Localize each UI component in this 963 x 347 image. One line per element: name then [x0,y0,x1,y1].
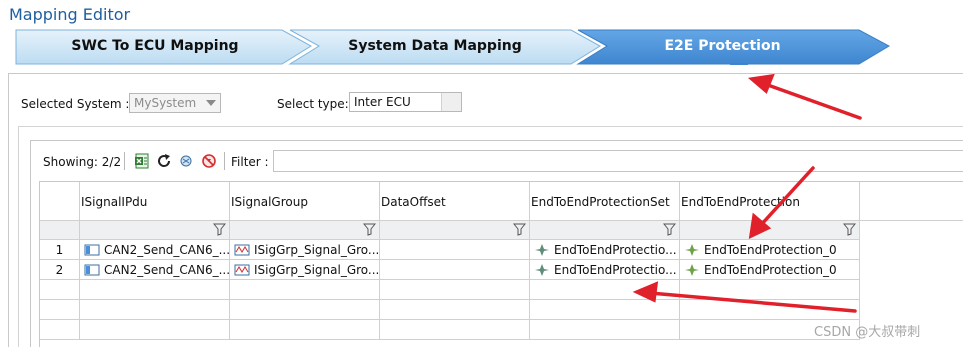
watermark: CSDN @大叔带刺 [814,325,921,340]
annotation-arrow-head [632,281,659,303]
annotation-arrows [632,73,862,313]
annotation-arrow-head [747,73,775,94]
annotation-arrow [648,291,857,313]
annotation-arrow [758,166,815,228]
annotation-arrow [763,82,862,120]
